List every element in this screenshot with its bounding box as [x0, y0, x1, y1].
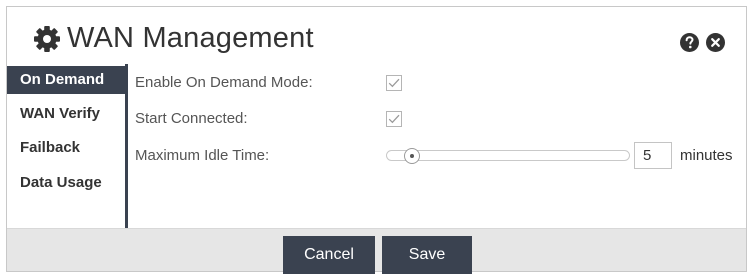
- idle-time-input[interactable]: [634, 142, 672, 169]
- idle-time-unit: minutes: [680, 147, 733, 164]
- start-connected-label: Start Connected:: [135, 110, 248, 127]
- dialog-title: WAN Management: [67, 22, 314, 54]
- save-button[interactable]: Save: [382, 236, 472, 274]
- title-bar: WAN Management: [7, 7, 746, 63]
- max-idle-time-label: Maximum Idle Time:: [135, 147, 270, 164]
- sidebar-item-label: Failback: [20, 139, 81, 156]
- sidebar-item-failback[interactable]: Failback: [7, 134, 125, 162]
- cancel-button[interactable]: Cancel: [283, 236, 375, 274]
- sidebar-item-on-demand[interactable]: On Demand: [7, 66, 125, 94]
- idle-time-slider-track[interactable]: [386, 150, 630, 161]
- sidebar-item-label: Data Usage: [20, 174, 102, 191]
- sidebar-item-wan-verify[interactable]: WAN Verify: [7, 100, 125, 128]
- question-circle-icon[interactable]: [680, 33, 699, 52]
- sidebar-item-label: WAN Verify: [20, 105, 101, 122]
- idle-time-slider-handle[interactable]: [404, 148, 421, 164]
- start-connected-checkbox[interactable]: [386, 111, 402, 127]
- sidebar-nav: On Demand WAN Verify Failback Data Usage: [7, 64, 128, 228]
- wan-management-dialog: WAN Management On Demand WAN Verify Fail…: [6, 6, 747, 274]
- close-circle-icon[interactable]: [706, 33, 725, 52]
- gear-icon: [34, 26, 60, 52]
- sidebar-item-label: On Demand: [20, 71, 105, 88]
- dialog-footer: Cancel Save: [7, 228, 746, 274]
- sidebar-item-data-usage[interactable]: Data Usage: [7, 169, 125, 197]
- enable-on-demand-checkbox[interactable]: [386, 75, 402, 91]
- enable-on-demand-label: Enable On Demand Mode:: [135, 74, 313, 91]
